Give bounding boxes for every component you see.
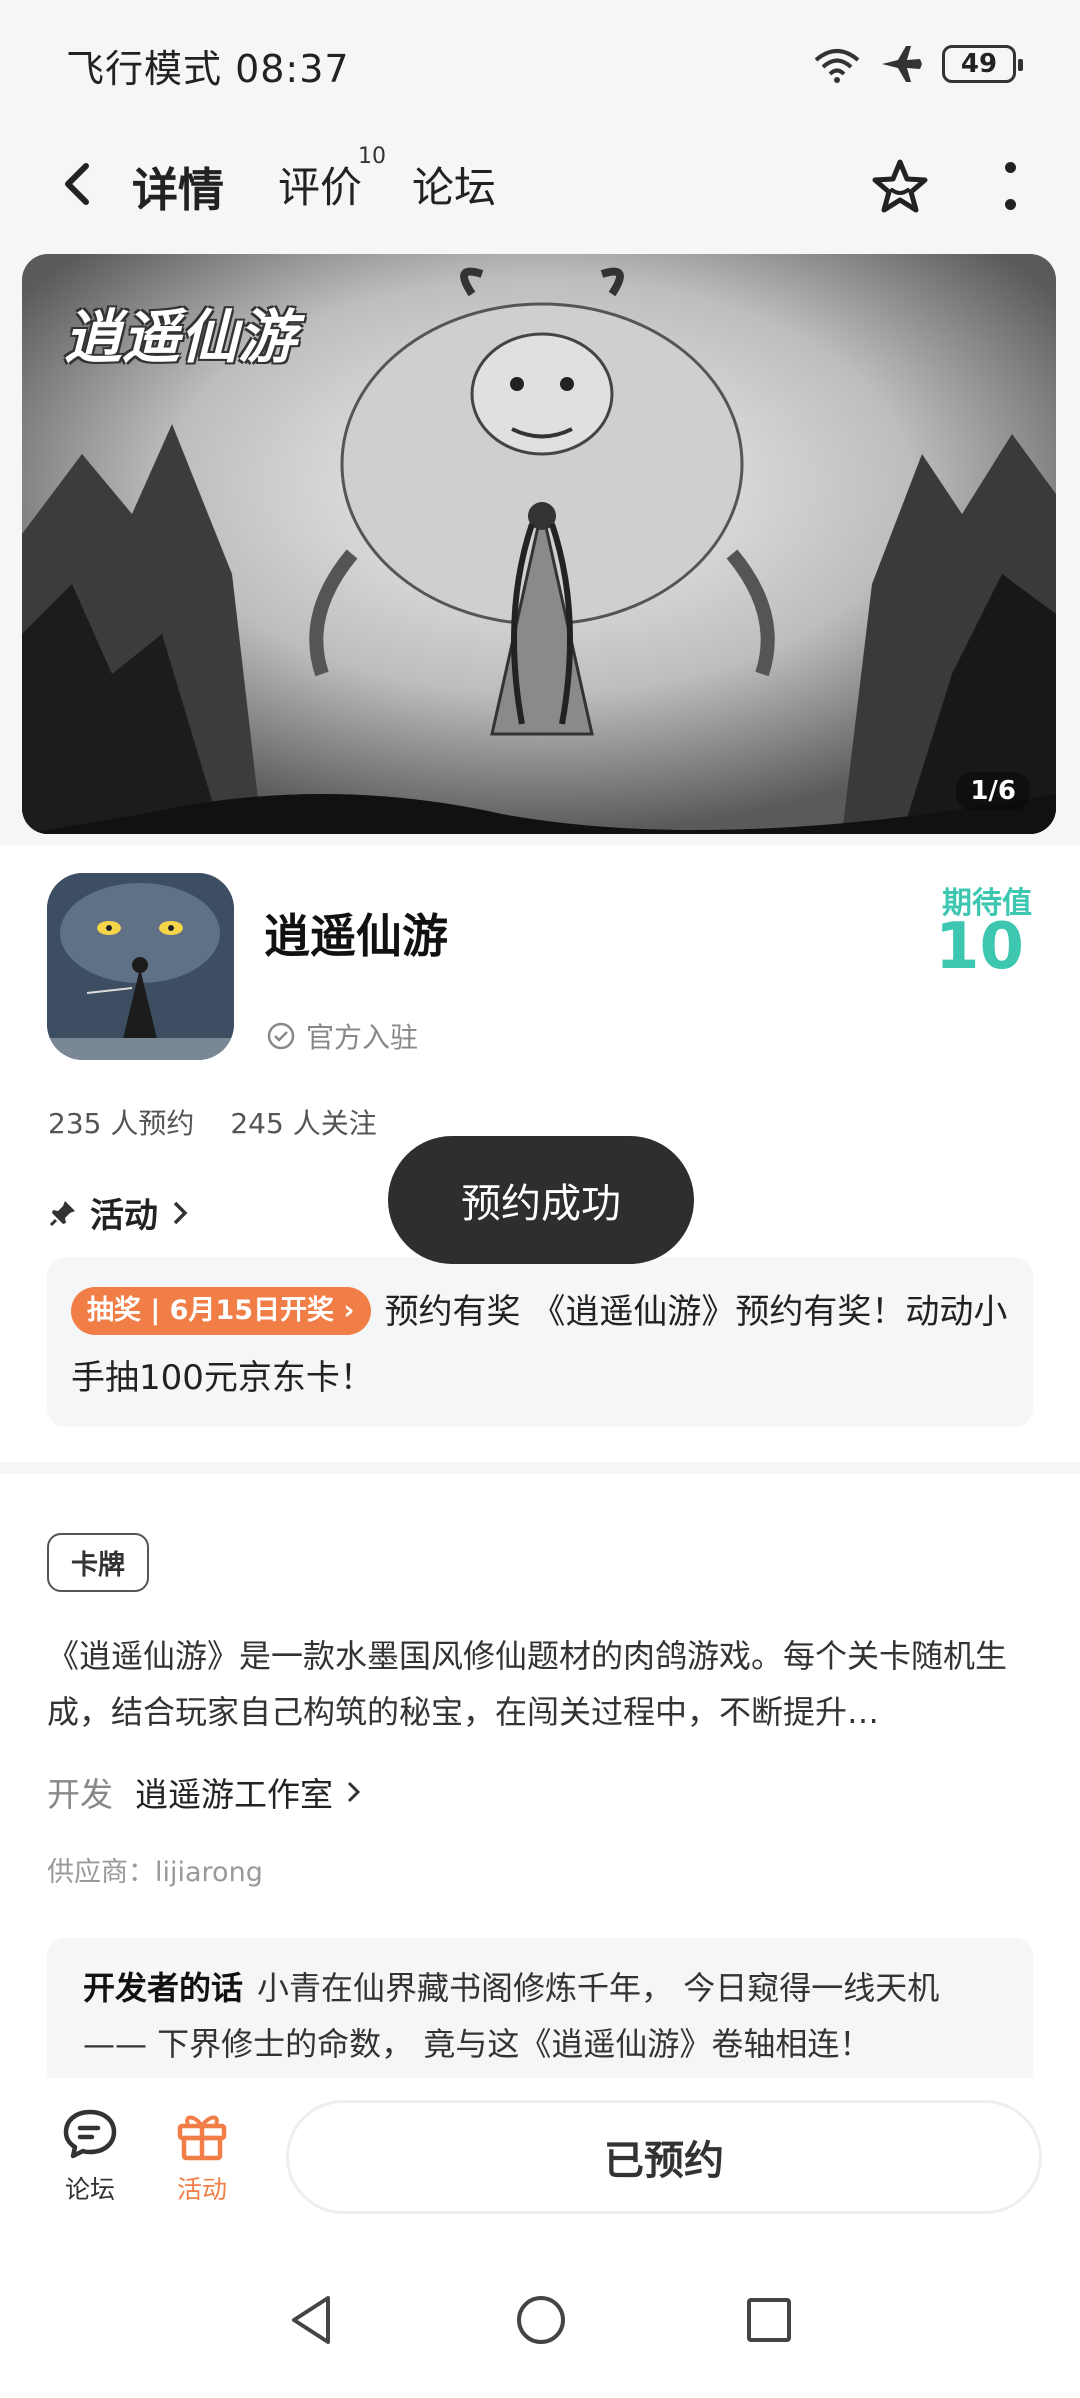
- more-options-icon[interactable]: [1000, 162, 1020, 210]
- developer-words-title: 开发者的话: [83, 1969, 244, 2007]
- tab-details-label: 详情: [132, 163, 224, 217]
- app-name: 逍遥仙游: [264, 909, 448, 963]
- developer-words-card[interactable]: 开发者的话 小青在仙界藏书阁修炼千年， 今日窥得一线天机 —— 下界修士的命数， …: [47, 1938, 1033, 2078]
- app-icon: [47, 873, 234, 1060]
- bottom-activity-button[interactable]: 活动: [152, 2106, 252, 2206]
- tab-forum-label: 论坛: [412, 163, 497, 212]
- activity-card[interactable]: 抽奖 | 6月15日开奖 › 预约有奖 《逍遥仙游》预约有奖！动动小手抽100元京…: [47, 1257, 1033, 1427]
- status-time: 飞行模式 08:37: [66, 47, 350, 91]
- toast-message: 预约成功: [388, 1136, 694, 1264]
- top-nav: 详情 评价 10 论坛: [0, 130, 1080, 245]
- wifi-icon: [814, 49, 860, 83]
- developer-name: 逍遥游工作室: [135, 1775, 333, 1814]
- bottom-action-bar: 论坛 活动 已预约: [0, 2078, 1080, 2250]
- pin-icon: [49, 1200, 75, 1226]
- official-label: 官方入驻: [306, 1021, 419, 1054]
- genre-tag[interactable]: 卡牌: [47, 1533, 149, 1592]
- developer-row[interactable]: 开发 逍遥游工作室: [47, 1768, 363, 1816]
- airplane-icon: [882, 46, 922, 82]
- battery-indicator: 49: [942, 45, 1023, 83]
- bottom-forum-label: 论坛: [64, 2175, 115, 2204]
- status-icons: 49: [812, 44, 1023, 84]
- reviews-count-badge: 10: [358, 144, 387, 169]
- system-home-icon[interactable]: [514, 2290, 568, 2350]
- system-back-icon[interactable]: [286, 2290, 336, 2350]
- verified-check-icon: [267, 1022, 295, 1050]
- back-arrow-icon[interactable]: [50, 156, 106, 212]
- banner-carousel[interactable]: 逍遥仙游 1/6: [22, 254, 1056, 834]
- gift-icon: [177, 2115, 227, 2161]
- section-divider: [0, 1462, 1080, 1474]
- lottery-tag[interactable]: 抽奖 | 6月15日开奖 ›: [71, 1286, 371, 1335]
- bottom-forum-button[interactable]: 论坛: [40, 2106, 140, 2206]
- activity-title: 活动: [90, 1196, 158, 1236]
- developer-label: 开发: [47, 1775, 113, 1814]
- system-recents-icon[interactable]: [744, 2290, 794, 2350]
- reserved-button[interactable]: 已预约: [286, 2100, 1042, 2214]
- activity-section-header[interactable]: 活动: [48, 1188, 190, 1237]
- banner-page-indicator: 1/6: [956, 772, 1030, 810]
- app-stats: 235 人预约 245 人关注: [48, 1102, 377, 1142]
- official-badge: 官方入驻: [266, 1016, 418, 1056]
- reservation-count: 235 人预约: [48, 1107, 195, 1140]
- tab-forum[interactable]: 论坛: [412, 154, 496, 215]
- tab-reviews[interactable]: 评价 10: [278, 144, 386, 215]
- bottom-activity-label: 活动: [176, 2175, 227, 2204]
- tab-reviews-label: 评价: [278, 163, 363, 212]
- tab-details[interactable]: 详情: [132, 154, 224, 220]
- system-navigation-bar: [0, 2250, 1080, 2398]
- supplier-info: 供应商：lijiarong: [47, 1857, 263, 1888]
- banner-game-logo: 逍遥仙游: [64, 303, 297, 371]
- game-description[interactable]: 《逍遥仙游》是一款水墨国风修仙题材的肉鸽游戏。每个关卡随机生成，结合玩家自己构筑…: [47, 1628, 1037, 1740]
- status-bar: 飞行模式 08:37 49: [0, 0, 1080, 130]
- follower-count: 245 人关注: [230, 1107, 377, 1140]
- favorite-star-icon[interactable]: [868, 156, 932, 220]
- chevron-right-icon: [173, 1201, 188, 1224]
- expectation-value: 10: [934, 910, 1024, 984]
- chevron-right-icon: [347, 1781, 361, 1803]
- forum-chat-icon: [63, 2109, 117, 2159]
